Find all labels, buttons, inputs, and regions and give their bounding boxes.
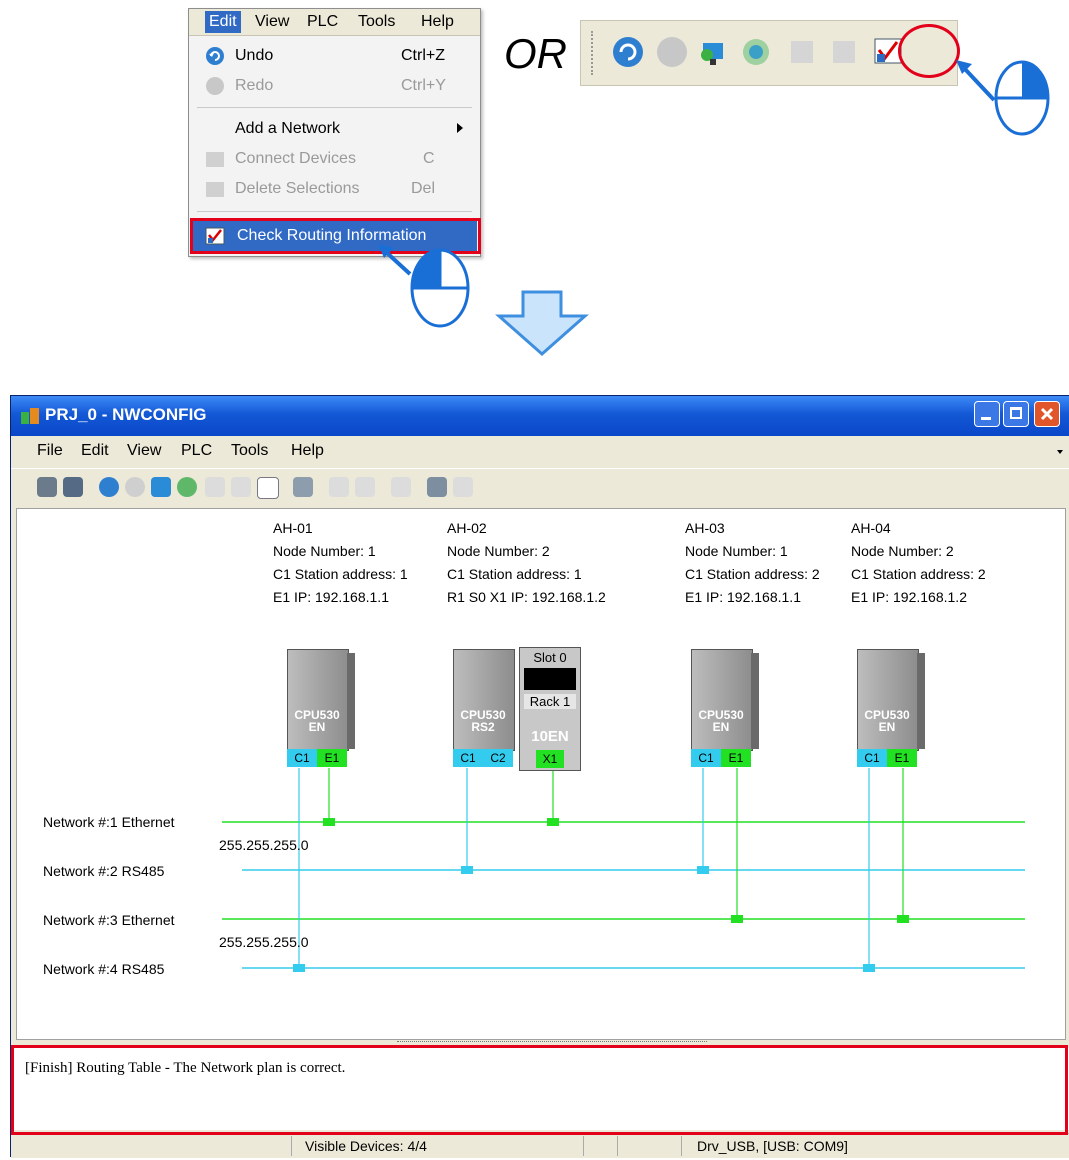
toolbar-grip [591,31,597,75]
menu-bar: Edit View PLC Tools Help [189,9,480,36]
connection-node[interactable] [547,818,559,826]
plc-ah02[interactable]: CPU530 RS2 C1 C2 Slot 0 Rack 1 10EN X1 [453,647,589,771]
menu-item-redo[interactable]: Redo Ctrl+Y [189,71,480,101]
align-icon[interactable] [355,477,375,497]
connect-devices-icon[interactable] [205,477,225,497]
network-label-4[interactable]: Network #:4 RS485 [43,961,164,977]
menu-edit[interactable]: Edit [205,11,241,33]
menu-item-add-network[interactable]: Add a Network [189,114,480,144]
status-bar: Visible Devices: 4/4 Drv_USB, [USB: COM9… [11,1133,1069,1158]
network-scan-icon[interactable] [177,477,197,497]
delete-selections-icon [206,182,224,197]
down-arrow-icon [495,290,589,357]
menu-help[interactable]: Help [421,13,454,31]
undo-icon [206,47,224,65]
redo-icon[interactable] [655,35,689,69]
port-c1[interactable]: C1 [287,749,317,767]
menu-item-connect-devices[interactable]: Connect Devices C [189,144,480,174]
port-x1[interactable]: X1 [536,750,564,768]
close-button[interactable] [1034,401,1060,427]
connection-node[interactable] [293,964,305,972]
network-diagram [222,768,1025,972]
menu-tools[interactable]: Tools [358,13,395,31]
nwconfig-window: PRJ_0 - NWCONFIG File Edit View PLC Tool… [10,395,1069,1158]
port-e1[interactable]: E1 [317,749,347,767]
connection-node[interactable] [697,866,709,874]
online-icon[interactable] [151,477,171,497]
window-title: PRJ_0 - NWCONFIG [45,405,207,424]
menu-plc[interactable]: PLC [181,442,212,460]
network-label-1[interactable]: Network #:1 Ethernet [43,814,175,830]
window-menu-bar: File Edit View PLC Tools Help [11,436,1069,466]
menu-tools[interactable]: Tools [231,442,268,460]
connection-node[interactable] [461,866,473,874]
plc-ah03[interactable]: CPU530 EN C1 E1 [691,649,759,769]
close-icon [1040,407,1054,421]
rack-module[interactable]: Slot 0 Rack 1 10EN X1 [519,647,581,771]
subnet-mask-1: 255.255.255.0 [219,837,309,853]
menu-plc[interactable]: PLC [307,13,338,31]
settings-icon[interactable] [453,477,473,497]
port-c1[interactable]: C1 [857,749,887,767]
delete-selections-icon[interactable] [827,35,861,69]
connection-node[interactable] [863,964,875,972]
title-bar: PRJ_0 - NWCONFIG [11,396,1069,436]
mouse-click-icon [956,60,1050,136]
menu-view[interactable]: View [255,13,289,31]
port-c1[interactable]: C1 [691,749,721,767]
upload-icon[interactable] [329,477,349,497]
redo-icon[interactable] [125,477,145,497]
delete-selections-icon[interactable] [231,477,251,497]
status-driver: Drv_USB, [USB: COM9] [697,1138,848,1154]
window-toolbar [11,468,1069,507]
save-icon[interactable] [37,477,57,497]
port-c1[interactable]: C1 [453,749,483,767]
connect-devices-icon [206,152,224,167]
connect-devices-icon[interactable] [785,35,819,69]
submenu-arrow-icon [457,123,463,133]
properties-icon[interactable] [427,477,447,497]
status-visible-devices: Visible Devices: 4/4 [305,1138,427,1154]
or-label: OR [504,30,567,77]
menu-file[interactable]: File [37,442,63,460]
highlight-box [11,1045,1068,1135]
online-icon[interactable] [697,35,731,69]
connection-node[interactable] [731,915,743,923]
menu-item-undo[interactable]: Undo Ctrl+Z [189,41,480,71]
menu-separator [197,107,472,108]
port-e1[interactable]: E1 [721,749,751,767]
port-c2[interactable]: C2 [483,749,513,767]
app-icon [21,408,39,424]
maximize-button[interactable] [1003,401,1029,427]
undo-icon[interactable] [611,35,645,69]
connection-node[interactable] [323,818,335,826]
menu-item-delete-selections[interactable]: Delete Selections Del [189,174,480,204]
network-label-2[interactable]: Network #:2 RS485 [43,863,164,879]
connection-node[interactable] [897,915,909,923]
menu-separator [197,211,472,212]
check-routing-icon[interactable] [257,477,279,499]
plc-ah01[interactable]: CPU530 EN C1 E1 [287,649,355,769]
menu-edit[interactable]: Edit [81,442,109,460]
chevron-down-icon[interactable] [1057,450,1063,454]
network-label-3[interactable]: Network #:3 Ethernet [43,912,175,928]
port-e1[interactable]: E1 [887,749,917,767]
mouse-click-icon [378,244,470,328]
menu-help[interactable]: Help [291,442,324,460]
minimize-button[interactable] [974,401,1000,427]
subnet-mask-3: 255.255.255.0 [219,934,309,950]
monitor-icon[interactable] [391,477,411,497]
plc-ah04[interactable]: CPU530 EN C1 E1 [857,649,925,769]
network-scan-icon[interactable] [739,35,773,69]
undo-icon[interactable] [99,477,119,497]
download-icon[interactable] [293,477,313,497]
print-icon[interactable] [63,477,83,497]
network-canvas[interactable]: AH-01 Node Number: 1 C1 Station address:… [16,508,1066,1040]
redo-icon [206,77,224,95]
menu-view[interactable]: View [127,442,161,460]
